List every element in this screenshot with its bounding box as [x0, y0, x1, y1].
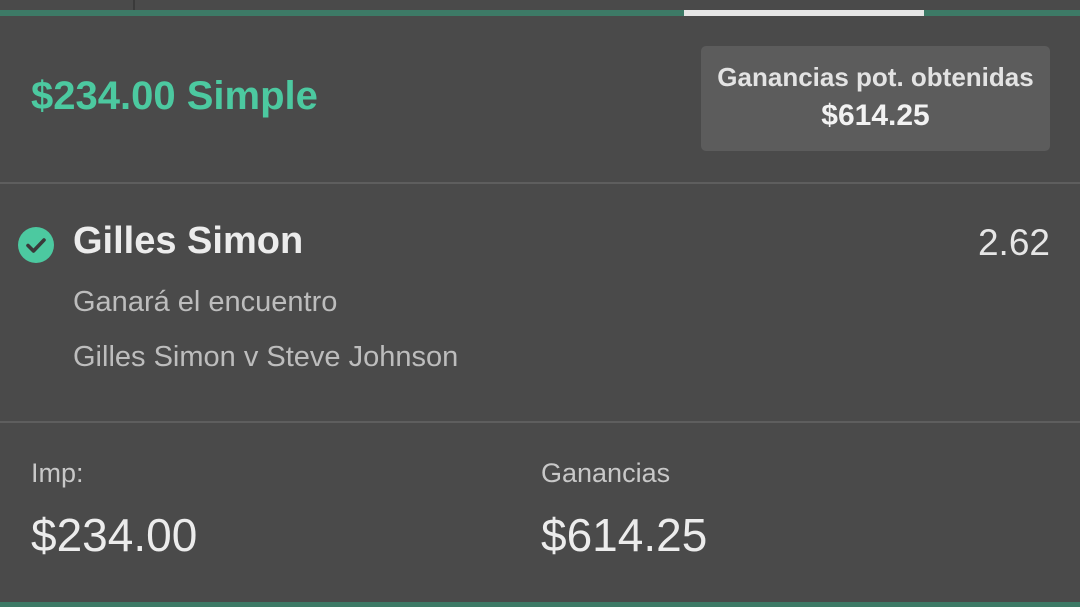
bottom-accent-bar: [0, 602, 1080, 607]
bet-header: $234.00 Simple Ganancias pot. obtenidas …: [0, 16, 1080, 182]
selection-divider: [0, 421, 1080, 423]
potential-returns-badge: Ganancias pot. obtenidas $614.25: [701, 46, 1050, 151]
bet-title: $234.00 Simple: [31, 74, 318, 118]
bet-summary: Imp: $234.00 Ganancias $614.25: [0, 424, 1080, 601]
selection-row: Gilles Simon 2.62 Ganará el encuentro Gi…: [0, 184, 1080, 421]
tab-divider: [133, 0, 135, 10]
tab-bar: [0, 0, 1080, 16]
bet-detail-screen: $234.00 Simple Ganancias pot. obtenidas …: [0, 0, 1080, 607]
selection-odds: 2.62: [977, 222, 1050, 263]
selection-market: Ganará el encuentro: [73, 286, 338, 318]
stake-label: Imp:: [31, 458, 84, 488]
returns-value: $614.25: [541, 509, 708, 561]
potential-returns-value: $614.25: [821, 99, 930, 132]
selection-name: Gilles Simon: [73, 220, 304, 262]
returns-label: Ganancias: [541, 458, 671, 488]
check-circle-icon: [18, 227, 54, 263]
stake-value: $234.00: [31, 509, 198, 561]
potential-returns-label: Ganancias pot. obtenidas: [717, 62, 1034, 92]
selection-event: Gilles Simon v Steve Johnson: [73, 341, 459, 373]
